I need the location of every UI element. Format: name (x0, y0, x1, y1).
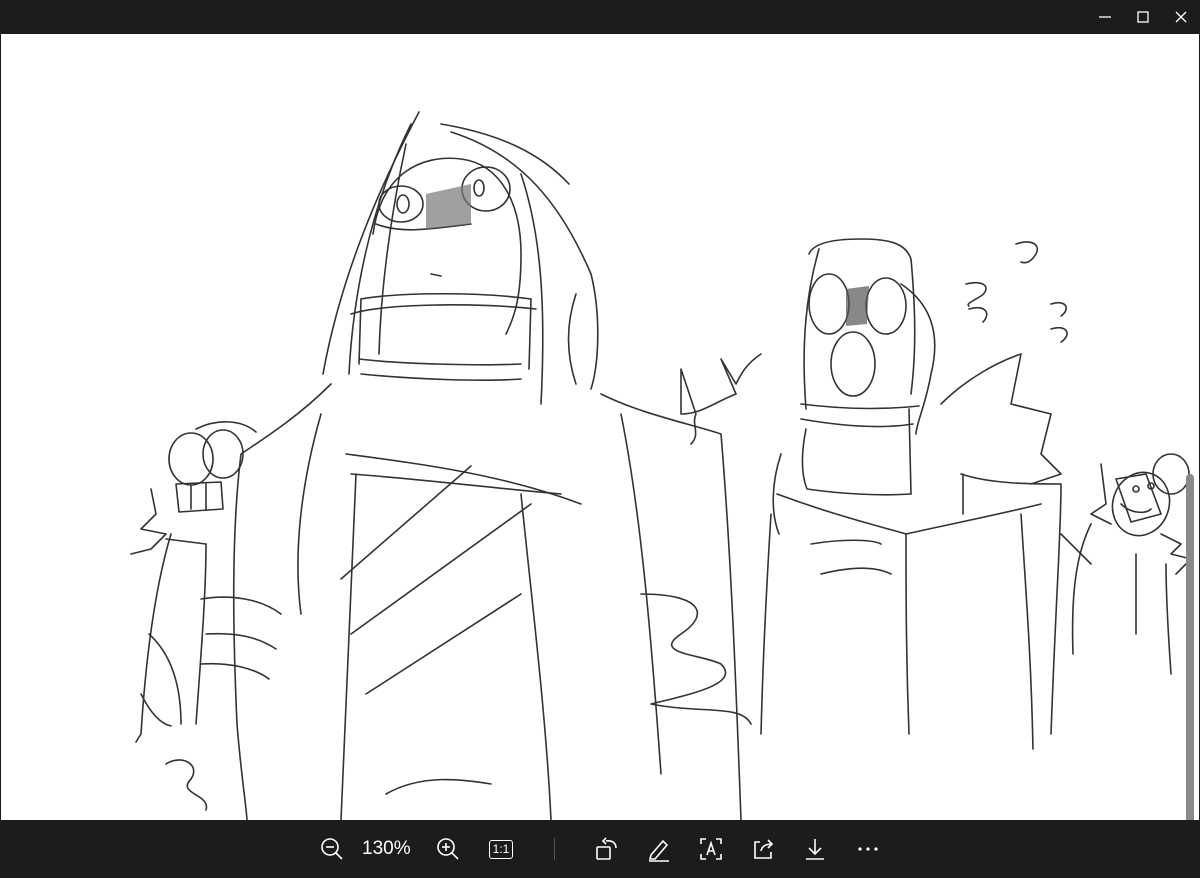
actual-size-icon: 1:1 (488, 839, 514, 859)
save-button[interactable] (800, 832, 830, 866)
edit-button[interactable] (644, 832, 674, 866)
share-icon (754, 839, 774, 859)
share-button[interactable] (748, 832, 778, 866)
title-bar (0, 0, 1200, 34)
sketch-image (130, 111, 1192, 820)
bottom-toolbar: 1:1 (0, 820, 1200, 878)
minimize-icon (1099, 16, 1111, 18)
more-icon (858, 847, 878, 851)
actual-size-button[interactable]: 1:1 (486, 832, 516, 866)
image-canvas[interactable] (1, 34, 1199, 820)
image-viewer-window: 1:1 130% (0, 0, 1200, 878)
more-button[interactable] (852, 832, 884, 866)
toolbar-divider (554, 838, 555, 860)
zoom-in-button[interactable] (432, 832, 464, 866)
save-icon (806, 839, 824, 860)
vertical-scrollbar[interactable] (1186, 474, 1194, 820)
zoom-out-button[interactable] (316, 832, 348, 866)
text-recognition-icon (700, 838, 722, 860)
rotate-icon (596, 837, 617, 860)
rotate-button[interactable] (592, 832, 622, 866)
zoom-in-icon (437, 838, 459, 860)
edit-icon (648, 839, 669, 862)
close-icon (1175, 11, 1187, 23)
close-button[interactable] (1158, 0, 1200, 34)
zoom-level: 130% (362, 838, 411, 859)
zoom-out-icon (321, 838, 343, 860)
maximize-icon (1137, 11, 1149, 23)
text-recognition-button[interactable] (696, 832, 726, 866)
